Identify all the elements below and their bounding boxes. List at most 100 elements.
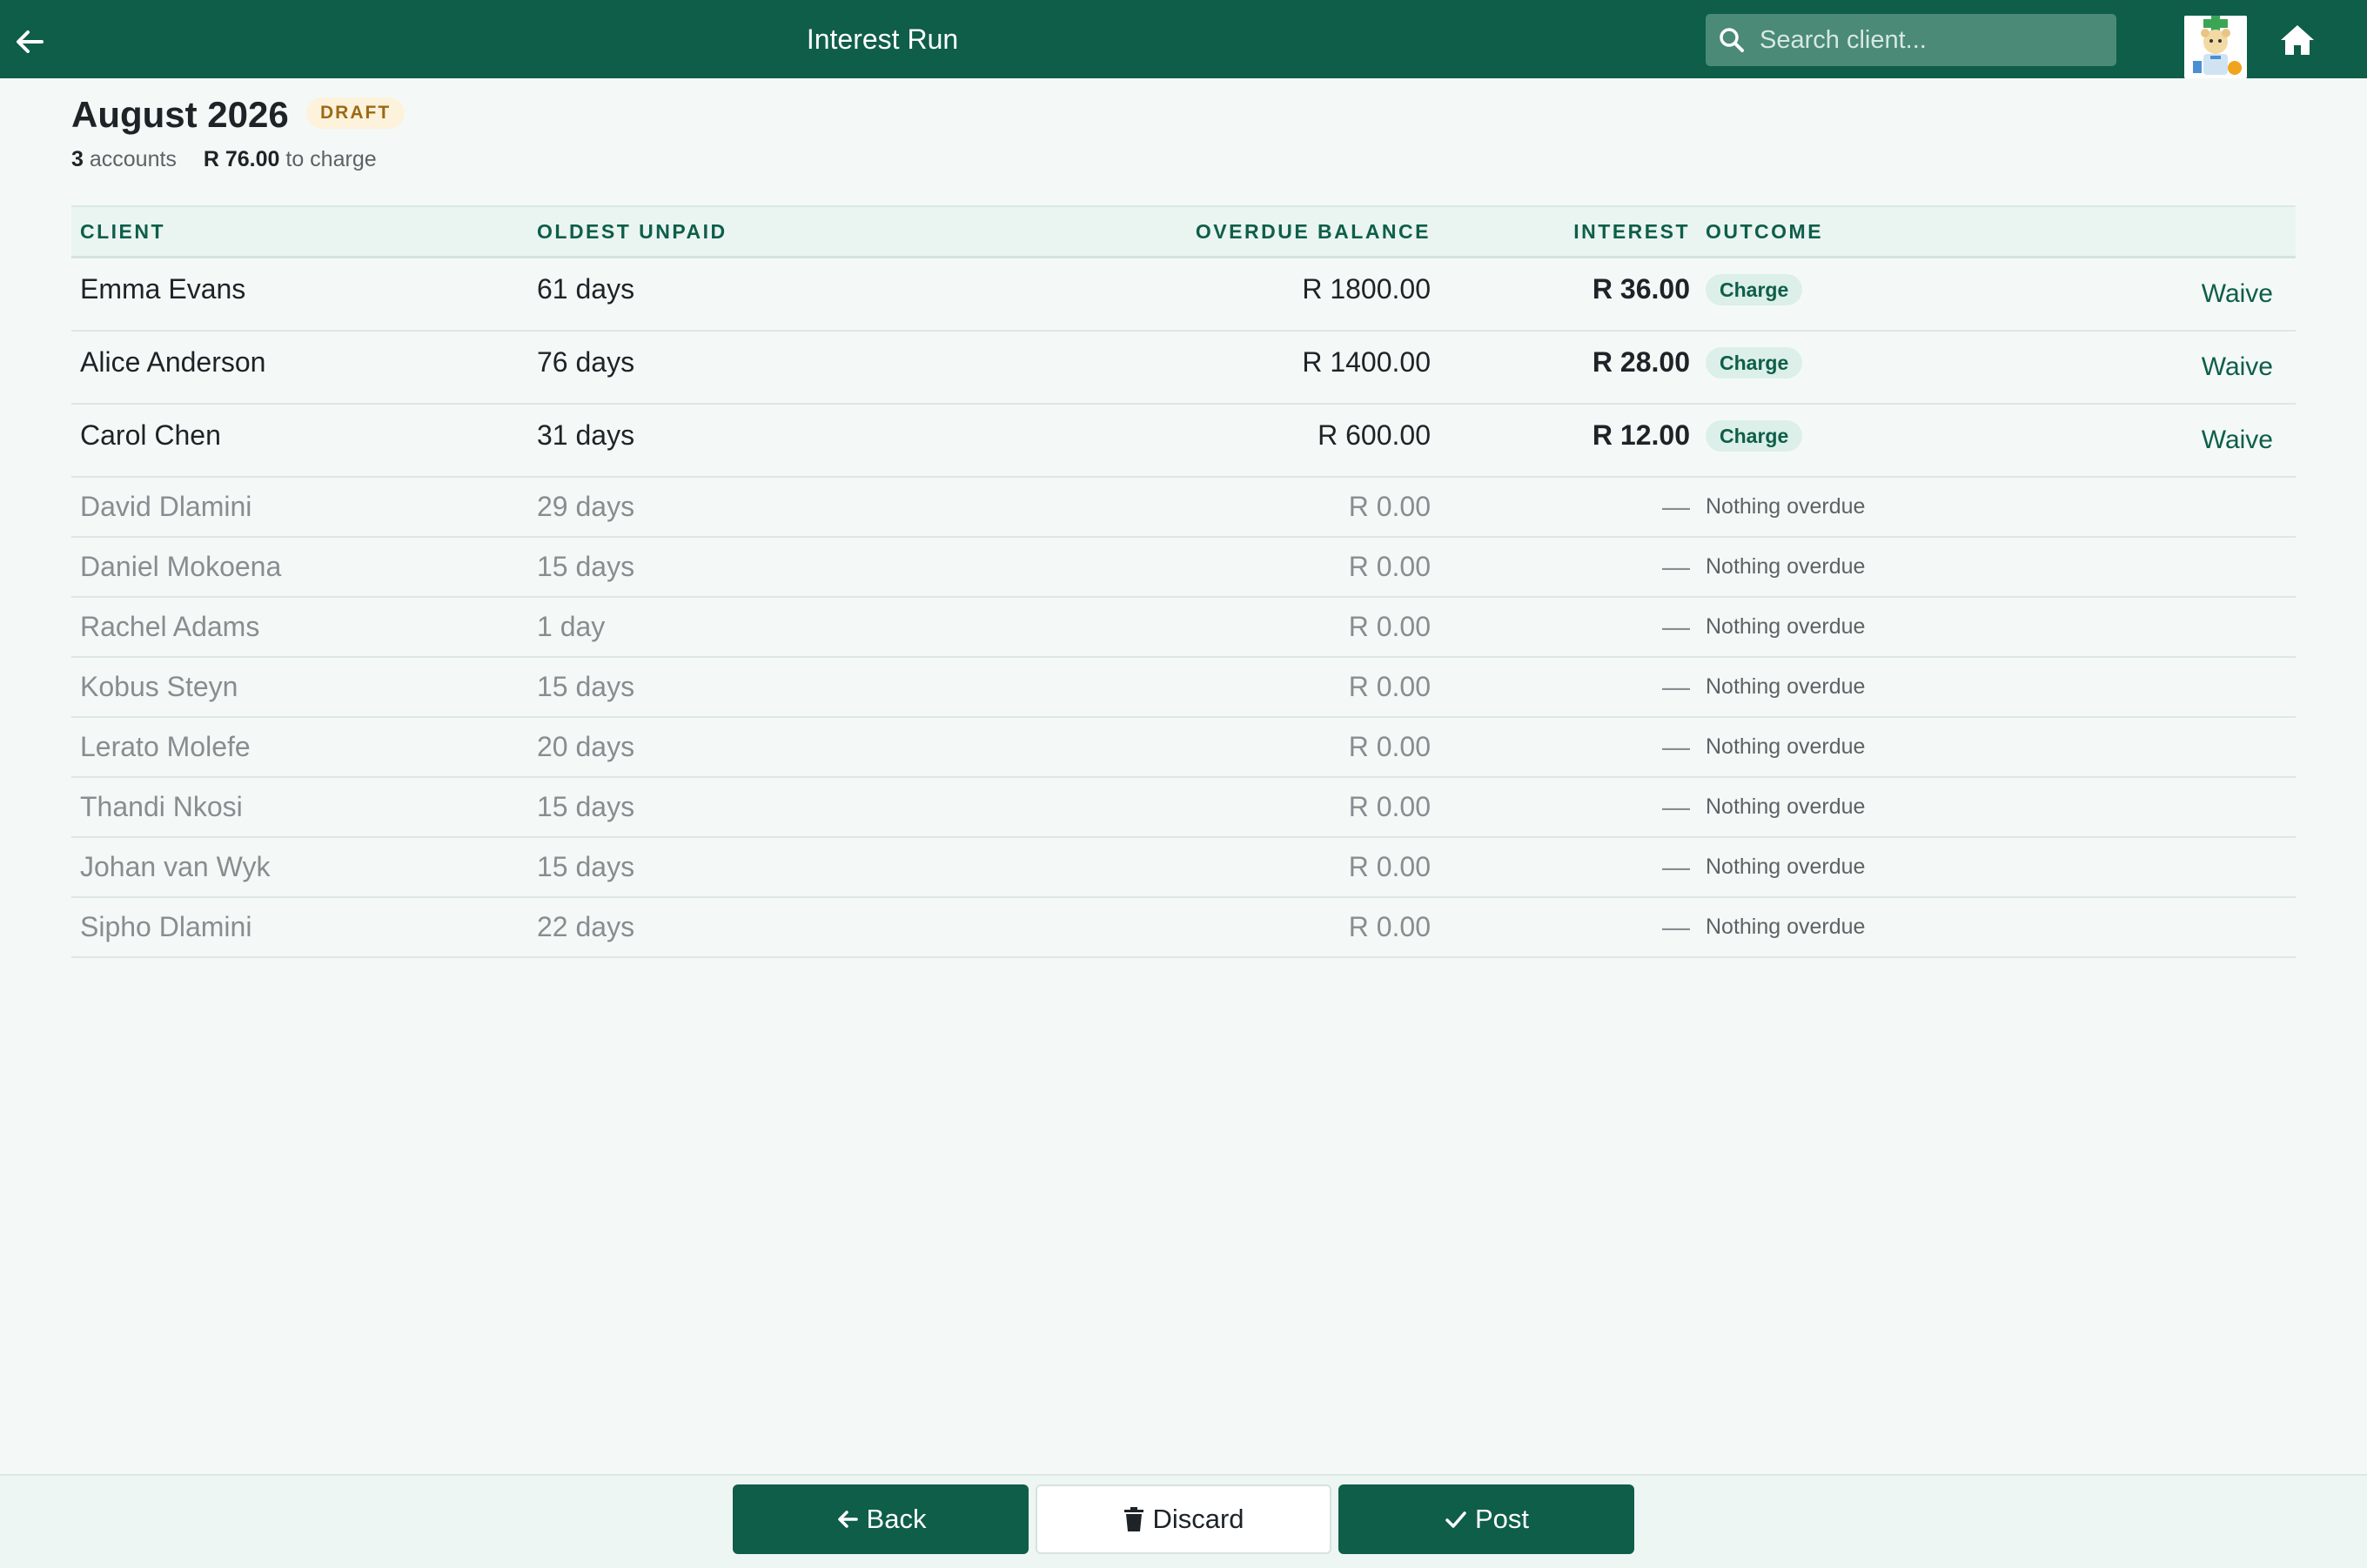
overdue-balance: R 600.00 [1318, 419, 1431, 451]
search-box[interactable] [1706, 14, 2116, 66]
interest-empty: — [1662, 551, 1690, 582]
table-row: Emma Evans 61 days R 1800.00 R 36.00 Cha… [71, 258, 2296, 332]
column-header-outcome: OUTCOME [1706, 220, 1824, 243]
column-header-interest: INTEREST [1573, 220, 1690, 243]
waive-button[interactable]: Waive [2202, 405, 2273, 476]
overdue-balance: R 0.00 [1348, 911, 1431, 942]
table-row: David Dlamini 29 days R 0.00 — Nothing o… [71, 478, 2296, 538]
arrow-left-icon [837, 1511, 858, 1528]
waive-button[interactable]: Waive [2202, 332, 2273, 403]
oldest-unpaid: 31 days [537, 419, 635, 451]
overdue-balance: R 0.00 [1348, 551, 1431, 582]
trash-icon [1124, 1507, 1144, 1531]
account-count: 3 [71, 147, 84, 171]
table-row: Sipho Dlamini 22 days R 0.00 — Nothing o… [71, 898, 2296, 958]
client-name: Daniel Mokoena [80, 551, 282, 582]
search-icon [1720, 28, 1744, 52]
interest-amount: R 28.00 [1592, 346, 1690, 378]
post-button[interactable]: Post [1338, 1484, 1634, 1554]
status-badge: DRAFT [306, 97, 406, 129]
outcome-text: Nothing overdue [1706, 554, 1866, 579]
oldest-unpaid: 29 days [537, 491, 635, 522]
total-charge: R 76.00 [203, 147, 280, 171]
page-title: August 2026 [71, 94, 289, 135]
search-client-input[interactable] [1760, 14, 2104, 66]
oldest-unpaid: 76 days [537, 346, 635, 378]
table-row: Johan van Wyk 15 days R 0.00 — Nothing o… [71, 838, 2296, 898]
table-row: Kobus Steyn 15 days R 0.00 — Nothing ove… [71, 658, 2296, 718]
table-row: Rachel Adams 1 day R 0.00 — Nothing over… [71, 598, 2296, 658]
oldest-unpaid: 15 days [537, 551, 635, 582]
column-header-client: CLIENT [80, 220, 166, 243]
top-app-bar: Interest Run [0, 0, 2367, 78]
post-button-label: Post [1474, 1504, 1530, 1534]
client-name: David Dlamini [80, 491, 252, 522]
footer-action-bar: Back Discard Post [0, 1474, 2367, 1568]
mascot-logo [2184, 16, 2247, 78]
overdue-balance: R 0.00 [1348, 611, 1431, 642]
back-button[interactable]: Back [733, 1484, 1029, 1554]
discard-button-label: Discard [1152, 1504, 1244, 1534]
interest-empty: — [1662, 671, 1690, 702]
table-header: CLIENT OLDEST UNPAID OVERDUE BALANCE INT… [71, 205, 2296, 258]
client-name: Kobus Steyn [80, 671, 238, 702]
table-row: Daniel Mokoena 15 days R 0.00 — Nothing … [71, 538, 2296, 598]
overdue-balance: R 1800.00 [1302, 273, 1431, 305]
client-name: Rachel Adams [80, 611, 260, 642]
interest-empty: — [1662, 851, 1690, 882]
client-name: Lerato Molefe [80, 731, 251, 762]
outcome-text: Nothing overdue [1706, 494, 1866, 519]
overdue-balance: R 0.00 [1348, 791, 1431, 822]
client-name: Johan van Wyk [80, 851, 271, 882]
interest-amount: R 36.00 [1592, 273, 1690, 305]
page-header-title: Interest Run [806, 23, 959, 55]
charge-label: to charge [285, 147, 377, 171]
table-row: Lerato Molefe 20 days R 0.00 — Nothing o… [71, 718, 2296, 778]
interest-empty: — [1662, 791, 1690, 822]
avatar[interactable] [2184, 16, 2247, 78]
outcome-text: Nothing overdue [1706, 915, 1866, 939]
overdue-balance: R 1400.00 [1302, 346, 1431, 378]
interest-empty: — [1662, 491, 1690, 522]
accounts-label: accounts [89, 147, 177, 171]
outcome-text: Nothing overdue [1706, 734, 1866, 759]
overdue-balance: R 0.00 [1348, 671, 1431, 702]
interest-empty: — [1662, 731, 1690, 762]
interest-empty: — [1662, 611, 1690, 642]
discard-button[interactable]: Discard [1036, 1484, 1331, 1554]
oldest-unpaid: 61 days [537, 273, 635, 305]
outcome-charge-badge: Charge [1706, 347, 1803, 379]
client-name: Thandi Nkosi [80, 791, 243, 822]
overdue-balance: R 0.00 [1348, 731, 1431, 762]
column-header-overdue-balance: OVERDUE BALANCE [1195, 220, 1431, 243]
back-button-label: Back [866, 1504, 927, 1534]
home-icon[interactable] [2278, 23, 2317, 57]
client-name: Emma Evans [80, 273, 246, 305]
interest-amount: R 12.00 [1592, 419, 1690, 451]
table-row: Alice Anderson 76 days R 1400.00 R 28.00… [71, 332, 2296, 405]
overdue-balance: R 0.00 [1348, 491, 1431, 522]
oldest-unpaid: 15 days [537, 671, 635, 702]
overdue-balance: R 0.00 [1348, 851, 1431, 882]
outcome-charge-badge: Charge [1706, 274, 1803, 305]
interest-table: CLIENT OLDEST UNPAID OVERDUE BALANCE INT… [71, 205, 2296, 958]
table-row: Thandi Nkosi 15 days R 0.00 — Nothing ov… [71, 778, 2296, 838]
client-name: Alice Anderson [80, 346, 266, 378]
run-summary: 3 accounts R 76.00 to charge [71, 144, 377, 174]
oldest-unpaid: 15 days [537, 791, 635, 822]
outcome-text: Nothing overdue [1706, 794, 1866, 819]
interest-empty: — [1662, 911, 1690, 942]
client-name: Carol Chen [80, 419, 221, 451]
waive-button[interactable]: Waive [2202, 258, 2273, 330]
oldest-unpaid: 20 days [537, 731, 635, 762]
table-row: Carol Chen 31 days R 600.00 R 12.00 Char… [71, 405, 2296, 478]
oldest-unpaid: 22 days [537, 911, 635, 942]
check-icon [1445, 1511, 1466, 1528]
outcome-text: Nothing overdue [1706, 854, 1866, 879]
client-name: Sipho Dlamini [80, 911, 252, 942]
outcome-charge-badge: Charge [1706, 420, 1803, 452]
outcome-text: Nothing overdue [1706, 614, 1866, 639]
column-header-oldest-unpaid: OLDEST UNPAID [537, 220, 728, 243]
oldest-unpaid: 15 days [537, 851, 635, 882]
outcome-text: Nothing overdue [1706, 674, 1866, 699]
